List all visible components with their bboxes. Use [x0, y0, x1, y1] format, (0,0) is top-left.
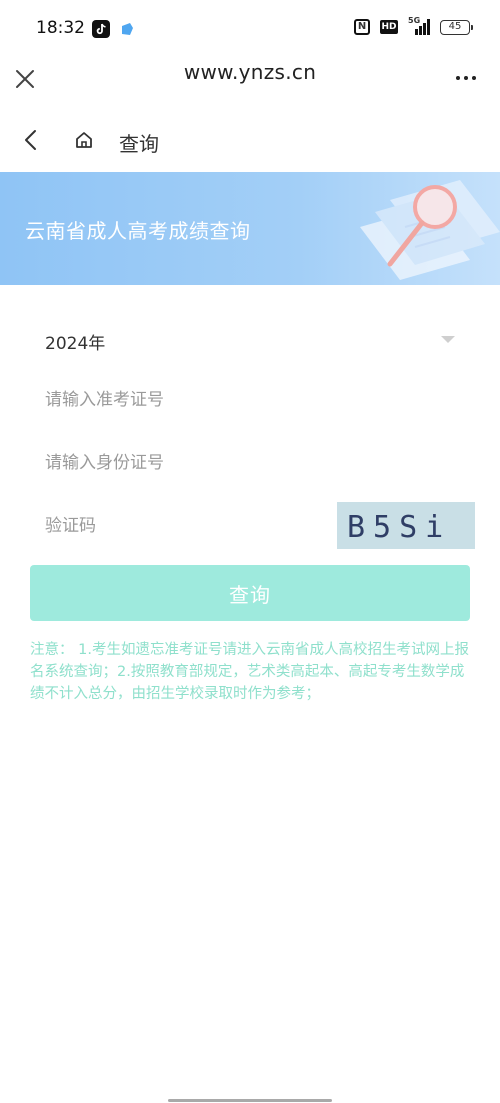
home-indicator[interactable] — [168, 1099, 332, 1102]
query-button[interactable]: 查询 — [30, 565, 470, 621]
battery-icon: 45 — [440, 19, 473, 35]
banner-title: 云南省成人高考成绩查询 — [25, 219, 251, 243]
status-indicators: N HD 5G 45 — [354, 16, 473, 35]
signal-icon: 5G — [408, 16, 430, 35]
banner: 云南省成人高考成绩查询 — [0, 172, 500, 285]
captcha-image[interactable]: B5Si — [337, 502, 475, 549]
exam-number-row — [30, 368, 470, 431]
captcha-input[interactable] — [45, 516, 295, 536]
id-number-row — [30, 431, 470, 494]
hd-icon: HD — [380, 20, 398, 34]
network-label: 5G — [408, 16, 421, 25]
chevron-down-icon — [441, 336, 455, 343]
captcha-text: B5Si — [347, 510, 452, 545]
url-text: www.ynzs.cn — [183, 60, 317, 84]
id-number-input[interactable] — [45, 453, 345, 473]
tiktok-icon — [92, 20, 110, 38]
magnifier-icon — [360, 180, 500, 280]
status-bar: 18:32 N HD 5G 45 — [0, 0, 500, 56]
page-navbar: 查询 — [0, 116, 500, 168]
browser-bar: www.ynzs.cn — [0, 56, 500, 106]
query-form: 2024年 B5Si — [30, 305, 475, 557]
notice-text: 注意： 1.考生如遗忘准考证号请进入云南省成人高校招生考试网上报名系统查询；2.… — [30, 642, 469, 702]
year-select-value: 2024年 — [45, 334, 106, 354]
chevron-left-icon[interactable] — [22, 129, 40, 151]
cloud-app-icon — [122, 23, 133, 35]
status-time: 18:32 — [36, 18, 85, 38]
more-icon[interactable] — [456, 76, 476, 80]
nfc-icon: N — [354, 19, 370, 35]
home-icon[interactable] — [74, 130, 94, 150]
year-select[interactable]: 2024年 — [30, 305, 470, 368]
page-title: 查询 — [119, 132, 159, 156]
exam-number-input[interactable] — [45, 390, 345, 410]
